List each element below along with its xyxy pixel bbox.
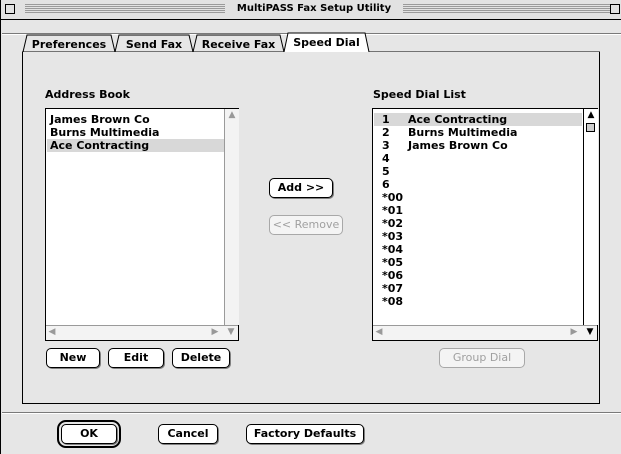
- speed-dial-name: James Brown Co: [408, 139, 508, 152]
- speed-dial-number: *07: [382, 282, 404, 295]
- arrow-right-icon[interactable]: ▶: [210, 326, 220, 339]
- arrow-up-icon[interactable]: ▲: [225, 109, 239, 122]
- speed-dial-number: *00: [382, 191, 404, 204]
- add-button[interactable]: Add >>: [269, 178, 333, 198]
- list-item[interactable]: 5: [374, 165, 582, 178]
- list-item[interactable]: *05: [374, 256, 582, 269]
- list-item[interactable]: 6: [374, 178, 582, 191]
- speed-dial-list-label: Speed Dial List: [373, 88, 466, 101]
- new-button[interactable]: New: [46, 348, 100, 368]
- list-item[interactable]: *08: [374, 295, 582, 308]
- list-item[interactable]: *03: [374, 230, 582, 243]
- edit-button[interactable]: Edit: [108, 348, 164, 368]
- arrow-up-icon[interactable]: ▲: [584, 109, 598, 122]
- list-item[interactable]: *06: [374, 269, 582, 282]
- speed-dial-number: 1: [382, 113, 390, 126]
- group-dial-button[interactable]: Group Dial: [439, 348, 525, 368]
- speed-dial-number: *02: [382, 217, 404, 230]
- address-book-vscroll[interactable]: ▲: [224, 109, 239, 325]
- title-bar-stripes: [25, 4, 225, 14]
- speed-dial-number: 6: [382, 178, 390, 191]
- tab-send-fax[interactable]: Send Fax: [119, 35, 189, 55]
- tab-label: Receive Fax: [201, 38, 276, 51]
- speed-dial-number: *03: [382, 230, 404, 243]
- scroll-thumb[interactable]: [586, 123, 595, 132]
- arrow-right-icon[interactable]: ▶: [569, 326, 579, 339]
- ok-button[interactable]: OK: [57, 420, 121, 448]
- speed-dial-number: 5: [382, 165, 390, 178]
- delete-button[interactable]: Delete: [172, 348, 230, 368]
- speed-dial-number: 4: [382, 152, 390, 165]
- tab-speed-dial[interactable]: Speed Dial: [288, 33, 365, 53]
- list-item[interactable]: *00: [374, 191, 582, 204]
- list-item[interactable]: Burns Multimedia: [50, 126, 226, 139]
- zoom-box-icon[interactable]: [610, 4, 620, 14]
- list-item[interactable]: *01: [374, 204, 582, 217]
- arrow-down-icon[interactable]: ▼: [584, 326, 596, 339]
- list-item[interactable]: *04: [374, 243, 582, 256]
- tab-label: Preferences: [31, 38, 107, 51]
- speed-dial-vscroll[interactable]: ▲: [583, 109, 598, 325]
- title-bar[interactable]: MultiPASS Fax Setup Utility: [1, 0, 621, 20]
- list-item[interactable]: 3 James Brown Co: [374, 139, 582, 152]
- speed-dial-name: Ace Contracting: [408, 113, 508, 126]
- address-book-list[interactable]: James Brown Co Burns Multimedia Ace Cont…: [45, 108, 239, 341]
- list-item[interactable]: Ace Contracting: [47, 139, 225, 152]
- tab-label: Speed Dial: [293, 36, 360, 49]
- list-item[interactable]: 2 Burns Multimedia: [374, 126, 582, 139]
- separator-line: [2, 413, 621, 414]
- speed-dial-number: *04: [382, 243, 404, 256]
- list-item[interactable]: James Brown Co: [50, 113, 226, 126]
- list-item[interactable]: *07: [374, 282, 582, 295]
- speed-dial-number: *05: [382, 256, 404, 269]
- speed-dial-number: *06: [382, 269, 404, 282]
- cancel-button[interactable]: Cancel: [158, 424, 218, 444]
- speed-dial-number: 3: [382, 139, 390, 152]
- app-window: MultiPASS Fax Setup Utility Preferences …: [0, 0, 621, 454]
- list-item[interactable]: 4: [374, 152, 582, 165]
- address-book-label: Address Book: [45, 88, 130, 101]
- speed-dial-number: *01: [382, 204, 404, 217]
- title-bar-stripes: [403, 4, 613, 14]
- address-book-hscroll[interactable]: ◀ ▶ ▼: [46, 325, 238, 340]
- window-title: MultiPASS Fax Setup Utility: [236, 3, 392, 14]
- tab-label: Send Fax: [125, 38, 183, 51]
- arrow-left-icon[interactable]: ◀: [374, 326, 384, 339]
- arrow-down-icon[interactable]: ▼: [225, 326, 237, 339]
- list-item[interactable]: *02: [374, 217, 582, 230]
- list-item[interactable]: 1 Ace Contracting: [374, 113, 582, 126]
- arrow-left-icon[interactable]: ◀: [47, 326, 57, 339]
- speed-dial-hscroll[interactable]: ◀ ▶ ▼: [373, 325, 597, 340]
- tab-preferences[interactable]: Preferences: [27, 35, 111, 55]
- speed-dial-number: *08: [382, 295, 404, 308]
- remove-button[interactable]: << Remove: [269, 215, 343, 235]
- speed-dial-number: 2: [382, 126, 390, 139]
- tab-receive-fax[interactable]: Receive Fax: [197, 35, 280, 55]
- close-box-icon[interactable]: [5, 4, 15, 14]
- speed-dial-name: Burns Multimedia: [408, 126, 518, 139]
- factory-defaults-button[interactable]: Factory Defaults: [246, 424, 364, 444]
- speed-dial-list[interactable]: 1 Ace Contracting 2 Burns Multimedia 3 James …: [372, 108, 598, 341]
